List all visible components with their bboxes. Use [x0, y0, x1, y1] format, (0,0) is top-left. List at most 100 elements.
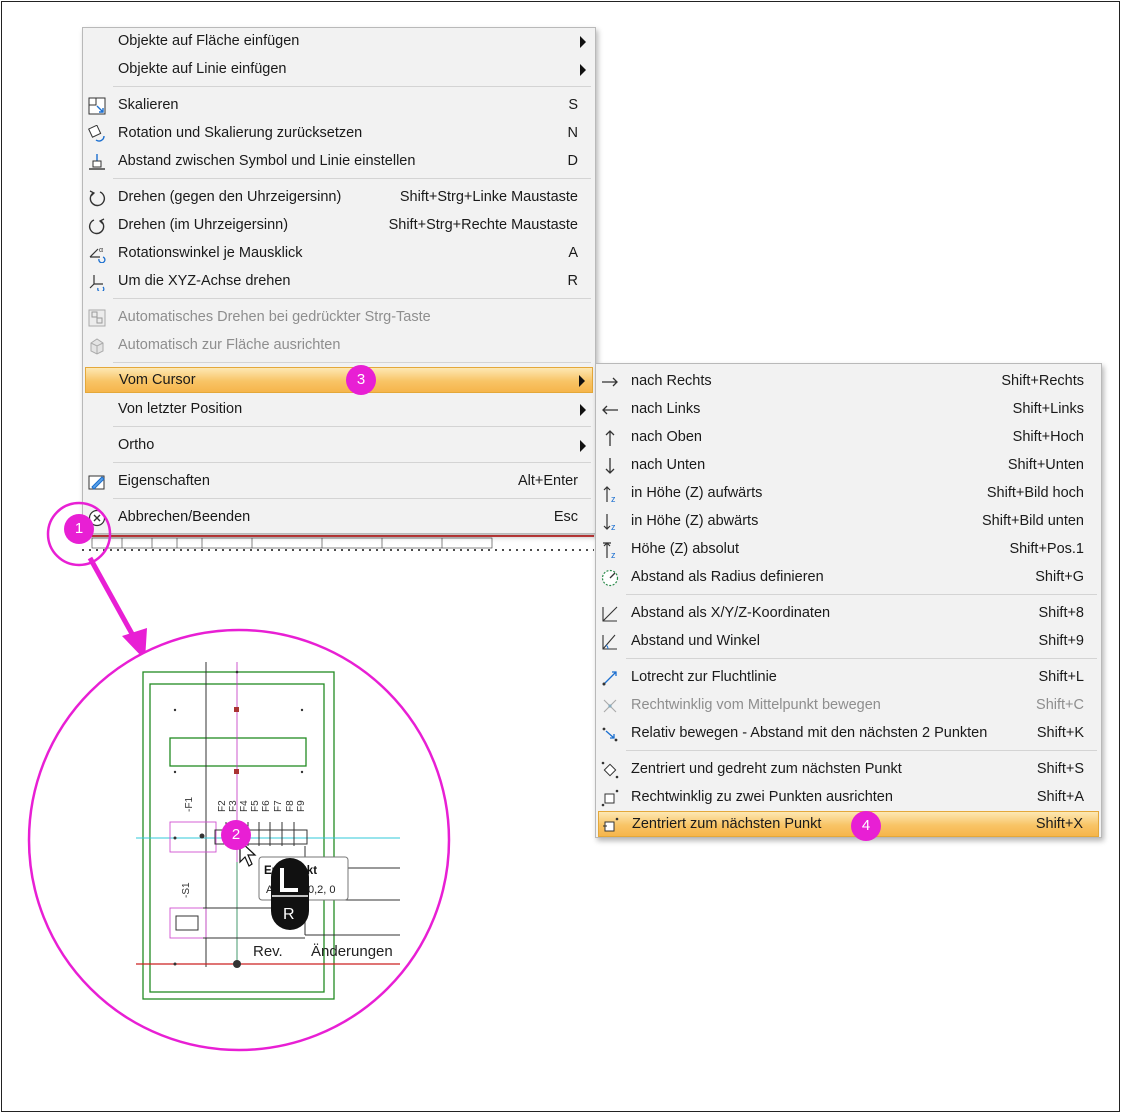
- menu-item-label: Objekte auf Linie einfügen: [118, 61, 287, 77]
- submenu-item-hoehe-absolut[interactable]: z Höhe (Z) absolut Shift+Pos.1: [598, 537, 1099, 563]
- submenu-item-abstand-xyz[interactable]: Abstand als X/Y/Z-Koordinaten Shift+8: [598, 601, 1099, 627]
- submenu-arrow-icon: [580, 36, 586, 48]
- z-up-icon: z: [603, 486, 616, 503]
- label-f5: F5: [250, 800, 261, 812]
- submenu-item-label: in Höhe (Z) aufwärts: [631, 485, 763, 501]
- submenu-item-label: Rechtwinklig zu zwei Punkten ausrichten: [631, 789, 893, 805]
- submenu-item-zentriert-naechster-punkt[interactable]: Zentriert zum nächsten Punkt Shift+X: [598, 811, 1099, 837]
- menu-separator: [113, 462, 591, 463]
- submenu-item-shortcut: Shift+Rechts: [1001, 373, 1084, 389]
- menu-item-label: Rotationswinkel je Mausklick: [118, 245, 303, 261]
- submenu-item-label: Abstand und Winkel: [631, 633, 760, 649]
- menu-item-objekte-auf-linie[interactable]: Objekte auf Linie einfügen: [85, 57, 593, 83]
- align-surface-icon: [90, 338, 104, 355]
- submenu-item-shortcut: Shift+Bild unten: [982, 513, 1084, 529]
- centered-next-point-icon: [603, 817, 619, 832]
- submenu-item-relativ-bewegen[interactable]: Relativ bewegen - Abstand mit den nächst…: [598, 721, 1099, 747]
- z-down-icon: z: [603, 514, 616, 531]
- menu-separator: [626, 750, 1097, 751]
- zoom-callout: -F1 F2 F3 F4 F5 F6 F7 F8 F9 -S1 Rev. Änd…: [27, 501, 451, 1052]
- menu-item-label: Objekte auf Fläche einfügen: [118, 33, 300, 49]
- mouse-key-label: R: [283, 906, 295, 923]
- menu-item-shortcut: Esc: [553, 509, 578, 525]
- menu-item-objekte-auf-flaeche[interactable]: Objekte auf Fläche einfügen: [85, 29, 593, 55]
- menu-item-skalieren[interactable]: Skalieren S: [85, 93, 593, 119]
- menu-item-vom-cursor[interactable]: Vom Cursor: [85, 367, 593, 393]
- label-aenderungen: Änderungen: [311, 943, 393, 960]
- menu-item-xyz-achse-drehen[interactable]: Um die XYZ-Achse drehen R: [85, 269, 593, 295]
- label-f1: -F1: [184, 797, 195, 812]
- menu-item-drehen-gegen-uhrzeigersinn[interactable]: Drehen (gegen den Uhrzeigersinn) Shift+S…: [85, 185, 593, 211]
- svg-text:α: α: [99, 247, 103, 254]
- menu-item-label: Ortho: [118, 437, 155, 453]
- symbol-line-distance-icon: [89, 154, 105, 170]
- menu-separator: [113, 178, 591, 179]
- menu-separator: [113, 362, 591, 363]
- label-f7: F7: [273, 800, 284, 812]
- submenu-item-hoehe-aufwaerts[interactable]: z in Höhe (Z) aufwärts Shift+Bild hoch: [598, 481, 1099, 507]
- submenu-item-nach-rechts[interactable]: nach Rechts Shift+Rechts: [598, 369, 1099, 395]
- properties-icon: [88, 475, 105, 490]
- menu-item-automatisch-flaeche-ausrichten: Automatisch zur Fläche ausrichten: [85, 333, 593, 359]
- xyz-coordinates-icon: [602, 606, 618, 622]
- menu-item-rotationswinkel[interactable]: α Rotationswinkel je Mausklick A: [85, 241, 593, 267]
- submenu-item-shortcut: Shift+S: [1036, 761, 1084, 777]
- mouse-right-button-icon: R: [271, 858, 309, 930]
- label-f8: F8: [285, 800, 296, 812]
- submenu-item-hoehe-abwaerts[interactable]: z in Höhe (Z) abwärts Shift+Bild unten: [598, 509, 1099, 535]
- label-rev: Rev.: [253, 943, 283, 960]
- submenu-item-label: Rechtwinklig vom Mittelpunkt bewegen: [631, 697, 881, 713]
- submenu-item-nach-links[interactable]: nach Links Shift+Links: [598, 397, 1099, 423]
- submenu-item-shortcut: Shift+X: [1035, 816, 1083, 832]
- vom-cursor-submenu: nach Rechts Shift+Rechts nach Links Shif…: [595, 363, 1102, 838]
- label-f3: F3: [228, 800, 239, 812]
- menu-item-rotation-zuruecksetzen[interactable]: Rotation und Skalierung zurücksetzen N: [85, 121, 593, 147]
- menu-item-label: Skalieren: [118, 97, 179, 113]
- step-badge-1: 1: [64, 514, 94, 544]
- menu-item-automatisches-drehen: Automatisches Drehen bei gedrückter Strg…: [85, 305, 593, 331]
- arrow-left-icon: [602, 405, 618, 415]
- menu-item-shortcut: Shift+Strg+Linke Maustaste: [399, 189, 578, 205]
- submenu-item-shortcut: Shift+C: [1036, 697, 1084, 713]
- label-f4: F4: [239, 800, 250, 812]
- submenu-item-label: Zentriert und gedreht zum nächsten Punkt: [631, 761, 902, 777]
- label-s1: -S1: [181, 882, 192, 898]
- submenu-item-zentriert-gedreht[interactable]: Zentriert und gedreht zum nächsten Punkt…: [598, 757, 1099, 783]
- rotation-angle-icon: α: [89, 247, 106, 263]
- submenu-item-label: nach Oben: [631, 429, 702, 445]
- scale-icon: [88, 97, 106, 115]
- submenu-item-shortcut: Shift+Bild hoch: [986, 485, 1084, 501]
- submenu-item-rechtwinklig-zwei-punkte[interactable]: Rechtwinklig zu zwei Punkten ausrichten …: [598, 785, 1099, 811]
- menu-item-label: Abstand zwischen Symbol und Linie einste…: [118, 153, 416, 169]
- reset-rotation-icon: [88, 125, 105, 142]
- submenu-arrow-icon: [580, 404, 586, 416]
- menu-item-label: Rotation und Skalierung zurücksetzen: [118, 125, 363, 141]
- submenu-item-shortcut: Shift+L: [1038, 669, 1084, 685]
- submenu-arrow-icon: [580, 64, 586, 76]
- menu-separator: [113, 86, 591, 87]
- context-menu: Objekte auf Fläche einfügen Objekte auf …: [82, 27, 596, 534]
- rotate-ccw-icon: [89, 190, 106, 207]
- submenu-item-nach-oben[interactable]: nach Oben Shift+Hoch: [598, 425, 1099, 451]
- menu-item-shortcut: D: [567, 153, 578, 169]
- submenu-item-lotrecht[interactable]: Lotrecht zur Fluchtlinie Shift+L: [598, 665, 1099, 691]
- submenu-arrow-icon: [580, 440, 586, 452]
- svg-text:z: z: [611, 494, 616, 503]
- label-f2: F2: [217, 800, 228, 812]
- submenu-item-abstand-radius[interactable]: Abstand als Radius definieren Shift+G: [598, 565, 1099, 591]
- centered-rotated-icon: [601, 761, 619, 779]
- submenu-item-label: Lotrecht zur Fluchtlinie: [631, 669, 777, 685]
- menu-item-abstand-symbol-linie[interactable]: Abstand zwischen Symbol und Linie einste…: [85, 149, 593, 175]
- menu-item-ortho[interactable]: Ortho: [85, 433, 593, 459]
- step-badge-2: 2: [221, 820, 251, 850]
- menu-separator: [113, 426, 591, 427]
- menu-item-label: Drehen (im Uhrzeigersinn): [118, 217, 289, 233]
- submenu-item-shortcut: Shift+K: [1036, 725, 1084, 741]
- menu-item-drehen-im-uhrzeigersinn[interactable]: Drehen (im Uhrzeigersinn) Shift+Strg+Rec…: [85, 213, 593, 239]
- menu-item-von-letzter-position[interactable]: Von letzter Position: [85, 397, 593, 423]
- submenu-item-shortcut: Shift+8: [1038, 605, 1084, 621]
- submenu-item-abstand-winkel[interactable]: Abstand und Winkel Shift+9: [598, 629, 1099, 655]
- submenu-item-nach-unten[interactable]: nach Unten Shift+Unten: [598, 453, 1099, 479]
- submenu-item-label: nach Unten: [631, 457, 706, 473]
- perpendicular-icon: [602, 671, 617, 686]
